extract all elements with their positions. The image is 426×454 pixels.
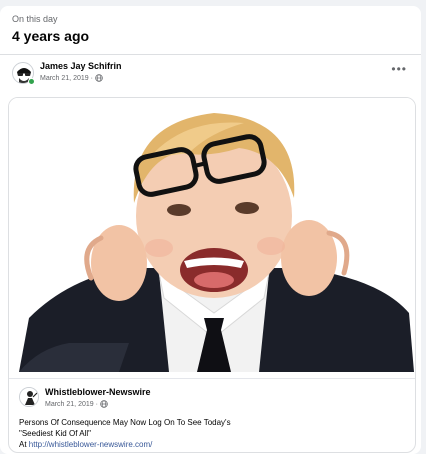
page-meta: March 21, 2019 ·	[45, 400, 108, 408]
page-avatar[interactable]	[19, 387, 39, 407]
page-name[interactable]: Whistleblower-Newswire	[45, 387, 151, 397]
link-preview-body: Whistleblower-Newswire March 21, 2019 · …	[9, 378, 415, 452]
memory-card: On this day 4 years ago James Jay Schifr…	[0, 6, 421, 454]
post-date[interactable]: March 21, 2019	[40, 75, 89, 82]
post-meta: March 21, 2019 ·	[40, 74, 103, 82]
child-photo	[9, 98, 415, 372]
header-divider	[0, 54, 421, 55]
more-options-button[interactable]: •••	[391, 62, 407, 76]
online-status-dot	[28, 78, 35, 85]
post-header: James Jay Schifrin March 21, 2019 · •••	[12, 60, 409, 92]
post-author-name[interactable]: James Jay Schifrin	[40, 61, 122, 71]
post-text-line-3: At http://whistleblower-newswire.com/	[19, 439, 407, 450]
shared-photo[interactable]	[9, 98, 415, 372]
memory-eyebrow: On this day	[12, 14, 58, 24]
memory-headline: 4 years ago	[12, 28, 90, 44]
page-logo-icon	[20, 388, 38, 406]
globe-icon	[100, 400, 108, 408]
shared-post-text: Persons Of Consequence May Now Log On To…	[19, 417, 407, 450]
page-date[interactable]: March 21, 2019	[45, 401, 94, 408]
memory-header: On this day 4 years ago	[12, 14, 89, 44]
shared-link-preview[interactable]: Whistleblower-Newswire March 21, 2019 · …	[8, 97, 416, 453]
more-horizontal-icon: •••	[391, 62, 407, 76]
link-prefix: At	[19, 440, 29, 449]
meta-separator: ·	[90, 74, 93, 82]
globe-icon	[95, 74, 103, 82]
post-text-line-1: Persons Of Consequence May Now Log On To…	[19, 418, 231, 427]
author-avatar-link[interactable]	[12, 62, 35, 85]
page-meta-separator: ·	[95, 400, 98, 408]
post-text-line-2: "Seediest Kid Of All"	[19, 429, 91, 438]
external-link[interactable]: http://whistleblower-newswire.com/	[29, 440, 153, 449]
